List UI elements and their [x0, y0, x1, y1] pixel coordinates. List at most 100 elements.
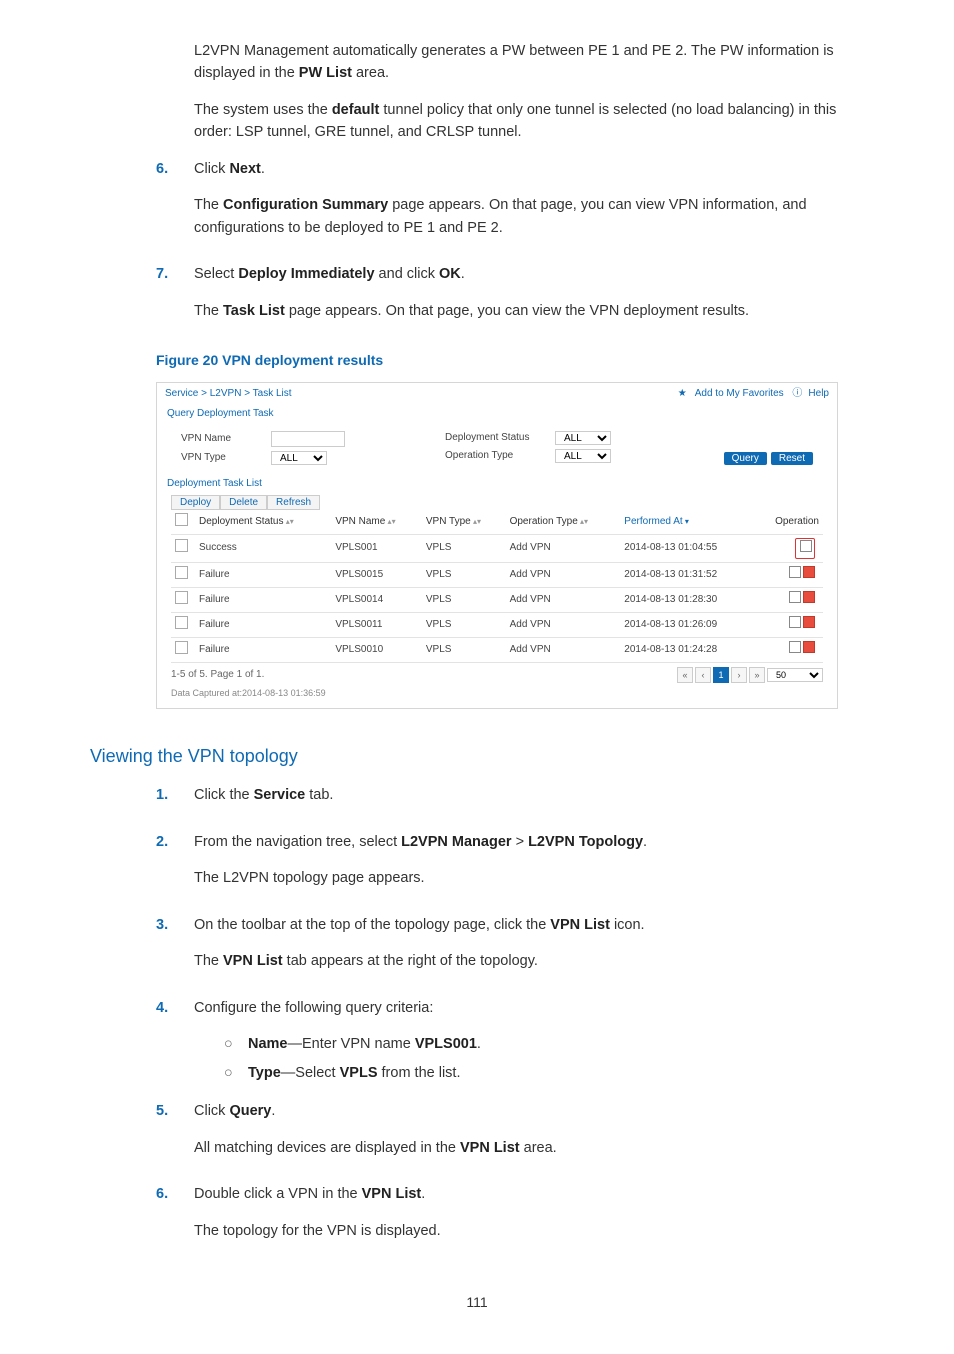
cell-vpn-name: VPLS0015	[331, 562, 422, 587]
topo-step-5-num: 5.	[156, 1100, 194, 1173]
cell-operation-type: Add VPN	[506, 534, 621, 562]
topo-step-2: From the navigation tree, select L2VPN M…	[194, 831, 864, 853]
query-button[interactable]: Query	[724, 452, 767, 465]
step-7-line: Select Deploy Immediately and click OK.	[194, 263, 864, 285]
th-operation: Operation	[754, 510, 823, 535]
operation-error-icon[interactable]	[803, 616, 815, 628]
operation-icon[interactable]	[800, 540, 812, 552]
pager-prev-icon[interactable]: ‹	[695, 667, 711, 683]
topo-step-2-num: 2.	[156, 831, 194, 904]
topo-step-3-num: 3.	[156, 914, 194, 987]
pager-last-icon[interactable]: »	[749, 667, 765, 683]
vpn-type-label: VPN Type	[181, 451, 271, 465]
vpn-name-field[interactable]	[271, 431, 345, 447]
figure-20-caption: Figure 20 VPN deployment results	[156, 350, 864, 372]
topo-step-5: Click Query.	[194, 1100, 864, 1122]
topo-step-4-num: 4.	[156, 997, 194, 1090]
op-type-label: Operation Type	[445, 449, 555, 463]
operation-error-icon[interactable]	[803, 591, 815, 603]
select-all-checkbox[interactable]	[175, 513, 188, 526]
cell-operation	[754, 562, 823, 587]
topo-step-1-num: 1.	[156, 784, 194, 820]
cell-vpn-name: VPLS0011	[331, 612, 422, 637]
topo-step-6-followup: The topology for the VPN is displayed.	[194, 1220, 864, 1242]
cell-vpn-name: VPLS001	[331, 534, 422, 562]
pager-first-icon[interactable]: «	[677, 667, 693, 683]
deploy-button[interactable]: Deploy	[171, 495, 220, 510]
refresh-button[interactable]: Refresh	[267, 495, 320, 510]
cell-deployment-status: Failure	[195, 637, 331, 662]
step-number-7: 7.	[156, 263, 194, 336]
cell-vpn-type: VPLS	[422, 534, 506, 562]
operation-error-icon[interactable]	[803, 641, 815, 653]
query-section-title: Query Deployment Task	[157, 403, 837, 425]
criteria-name: ○ Name—Enter VPN name VPLS001.	[224, 1033, 864, 1055]
reset-button[interactable]: Reset	[771, 452, 813, 465]
th-operation-type[interactable]: Operation Type	[506, 510, 621, 535]
th-vpn-type[interactable]: VPN Type	[422, 510, 506, 535]
delete-button[interactable]: Delete	[220, 495, 267, 510]
section-viewing-vpn-topology: Viewing the VPN topology	[90, 743, 864, 771]
vpn-type-select[interactable]: ALL	[271, 451, 327, 465]
topo-step-6-num: 6.	[156, 1183, 194, 1256]
cell-operation	[754, 637, 823, 662]
cell-deployment-status: Failure	[195, 587, 331, 612]
cell-vpn-name: VPLS0010	[331, 637, 422, 662]
cell-performed-at: 2014-08-13 01:31:52	[620, 562, 754, 587]
th-deployment-status[interactable]: Deployment Status	[195, 510, 331, 535]
pager-page-1[interactable]: 1	[713, 667, 729, 683]
cell-operation-type: Add VPN	[506, 612, 621, 637]
pager-next-icon[interactable]: ›	[731, 667, 747, 683]
page-size-select[interactable]: 50	[767, 668, 823, 682]
cell-operation-type: Add VPN	[506, 562, 621, 587]
dep-status-select[interactable]: ALL	[555, 431, 611, 445]
table-row: FailureVPLS0014VPLSAdd VPN2014-08-13 01:…	[171, 587, 823, 612]
step-7-followup: The Task List page appears. On that page…	[194, 300, 864, 322]
intro-paragraph-2: The system uses the default tunnel polic…	[194, 99, 864, 144]
favorite-star-icon[interactable]: ★	[678, 388, 687, 399]
help-link[interactable]: ⓘHelp	[792, 388, 829, 399]
table-row: SuccessVPLS001VPLSAdd VPN2014-08-13 01:0…	[171, 534, 823, 562]
cell-deployment-status: Failure	[195, 562, 331, 587]
topo-step-4: Configure the following query criteria:	[194, 997, 864, 1019]
operation-error-icon[interactable]	[803, 566, 815, 578]
row-checkbox[interactable]	[175, 591, 188, 604]
criteria-type: ○ Type—Select VPLS from the list.	[224, 1062, 864, 1084]
step-number-6: 6.	[156, 158, 194, 253]
pager-info: 1-5 of 5. Page 1 of 1.	[171, 668, 264, 682]
cell-performed-at: 2014-08-13 01:04:55	[620, 534, 754, 562]
row-checkbox[interactable]	[175, 616, 188, 629]
operation-icon[interactable]	[789, 641, 801, 653]
intro-paragraph-1: L2VPN Management automatically generates…	[194, 40, 864, 85]
table-row: FailureVPLS0010VPLSAdd VPN2014-08-13 01:…	[171, 637, 823, 662]
operation-icon[interactable]	[789, 591, 801, 603]
add-favorites-link[interactable]: Add to My Favorites	[695, 388, 784, 399]
cell-performed-at: 2014-08-13 01:24:28	[620, 637, 754, 662]
list-section-title: Deployment Task List	[157, 469, 837, 493]
operation-icon[interactable]	[789, 566, 801, 578]
th-performed-at[interactable]: Performed At	[620, 510, 754, 535]
cell-vpn-type: VPLS	[422, 562, 506, 587]
topo-step-3: On the toolbar at the top of the topolog…	[194, 914, 864, 936]
operation-icon[interactable]	[789, 616, 801, 628]
dep-status-label: Deployment Status	[445, 431, 555, 445]
row-checkbox[interactable]	[175, 641, 188, 654]
row-checkbox[interactable]	[175, 539, 188, 552]
cell-vpn-name: VPLS0014	[331, 587, 422, 612]
row-checkbox[interactable]	[175, 566, 188, 579]
cell-vpn-type: VPLS	[422, 587, 506, 612]
topo-step-3-followup: The VPN List tab appears at the right of…	[194, 950, 864, 972]
table-row: FailureVPLS0015VPLSAdd VPN2014-08-13 01:…	[171, 562, 823, 587]
th-vpn-name[interactable]: VPN Name	[331, 510, 422, 535]
cell-operation-type: Add VPN	[506, 587, 621, 612]
breadcrumb[interactable]: Service > L2VPN > Task List	[165, 387, 292, 401]
cell-performed-at: 2014-08-13 01:28:30	[620, 587, 754, 612]
cell-operation	[754, 587, 823, 612]
data-captured-info: Data Captured at:2014-08-13 01:36:59	[157, 685, 837, 702]
op-type-select[interactable]: ALL	[555, 449, 611, 463]
topo-step-2-followup: The L2VPN topology page appears.	[194, 867, 864, 889]
deployment-task-table: Deployment Status VPN Name VPN Type Oper…	[171, 510, 823, 663]
vpn-name-label: VPN Name	[181, 432, 271, 446]
page-number: 111	[90, 1292, 864, 1314]
cell-operation-type: Add VPN	[506, 637, 621, 662]
